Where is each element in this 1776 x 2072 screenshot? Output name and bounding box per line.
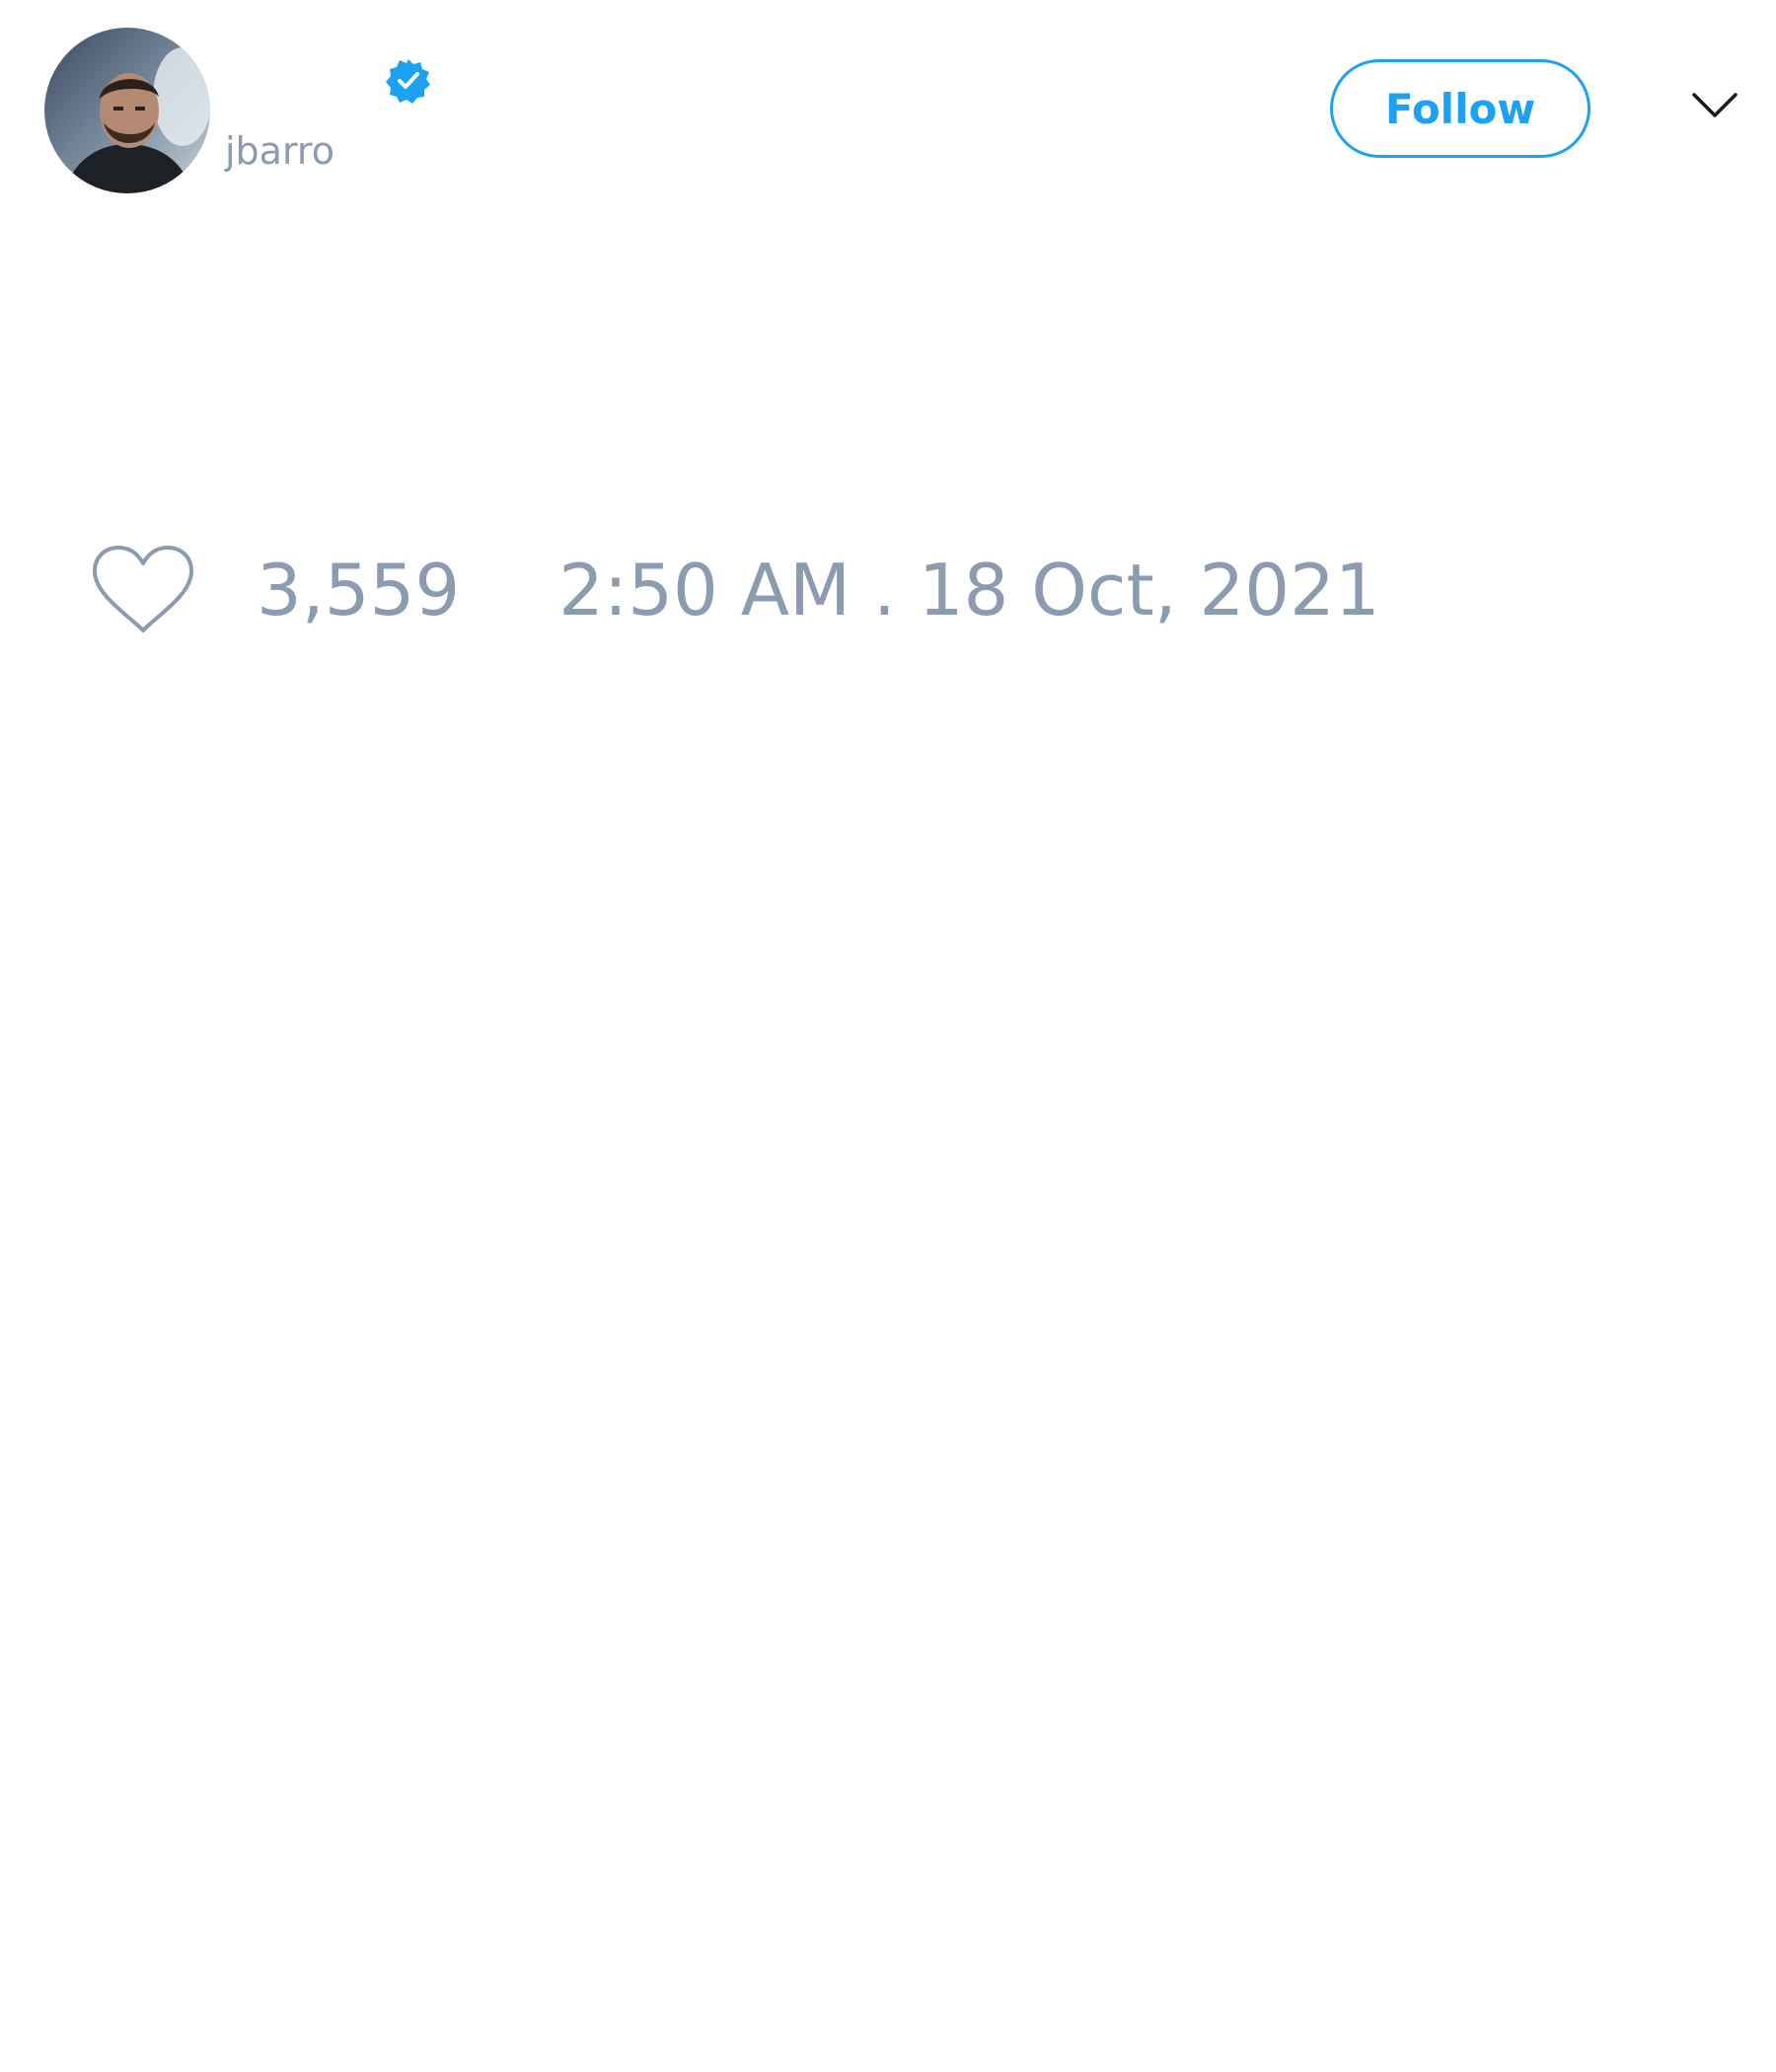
avatar[interactable] [44, 28, 210, 193]
tweet-timestamp[interactable]: 2:50 AM . 18 Oct, 2021 [558, 549, 1380, 631]
follow-button[interactable]: Follow [1330, 59, 1591, 158]
like-count[interactable]: 3,559 [257, 549, 460, 631]
avatar-image [44, 28, 210, 193]
verified-badge-icon [385, 57, 432, 105]
tweet-card: jbarro Follow 3,559 2:50 AM . 18 Oct, 20… [0, 0, 1776, 2072]
tweet-meta-row: 3,559 2:50 AM . 18 Oct, 2021 [91, 541, 1380, 639]
chevron-down-icon[interactable] [1691, 91, 1739, 120]
author-handle[interactable]: jbarro [225, 126, 334, 176]
heart-icon[interactable] [91, 544, 195, 636]
